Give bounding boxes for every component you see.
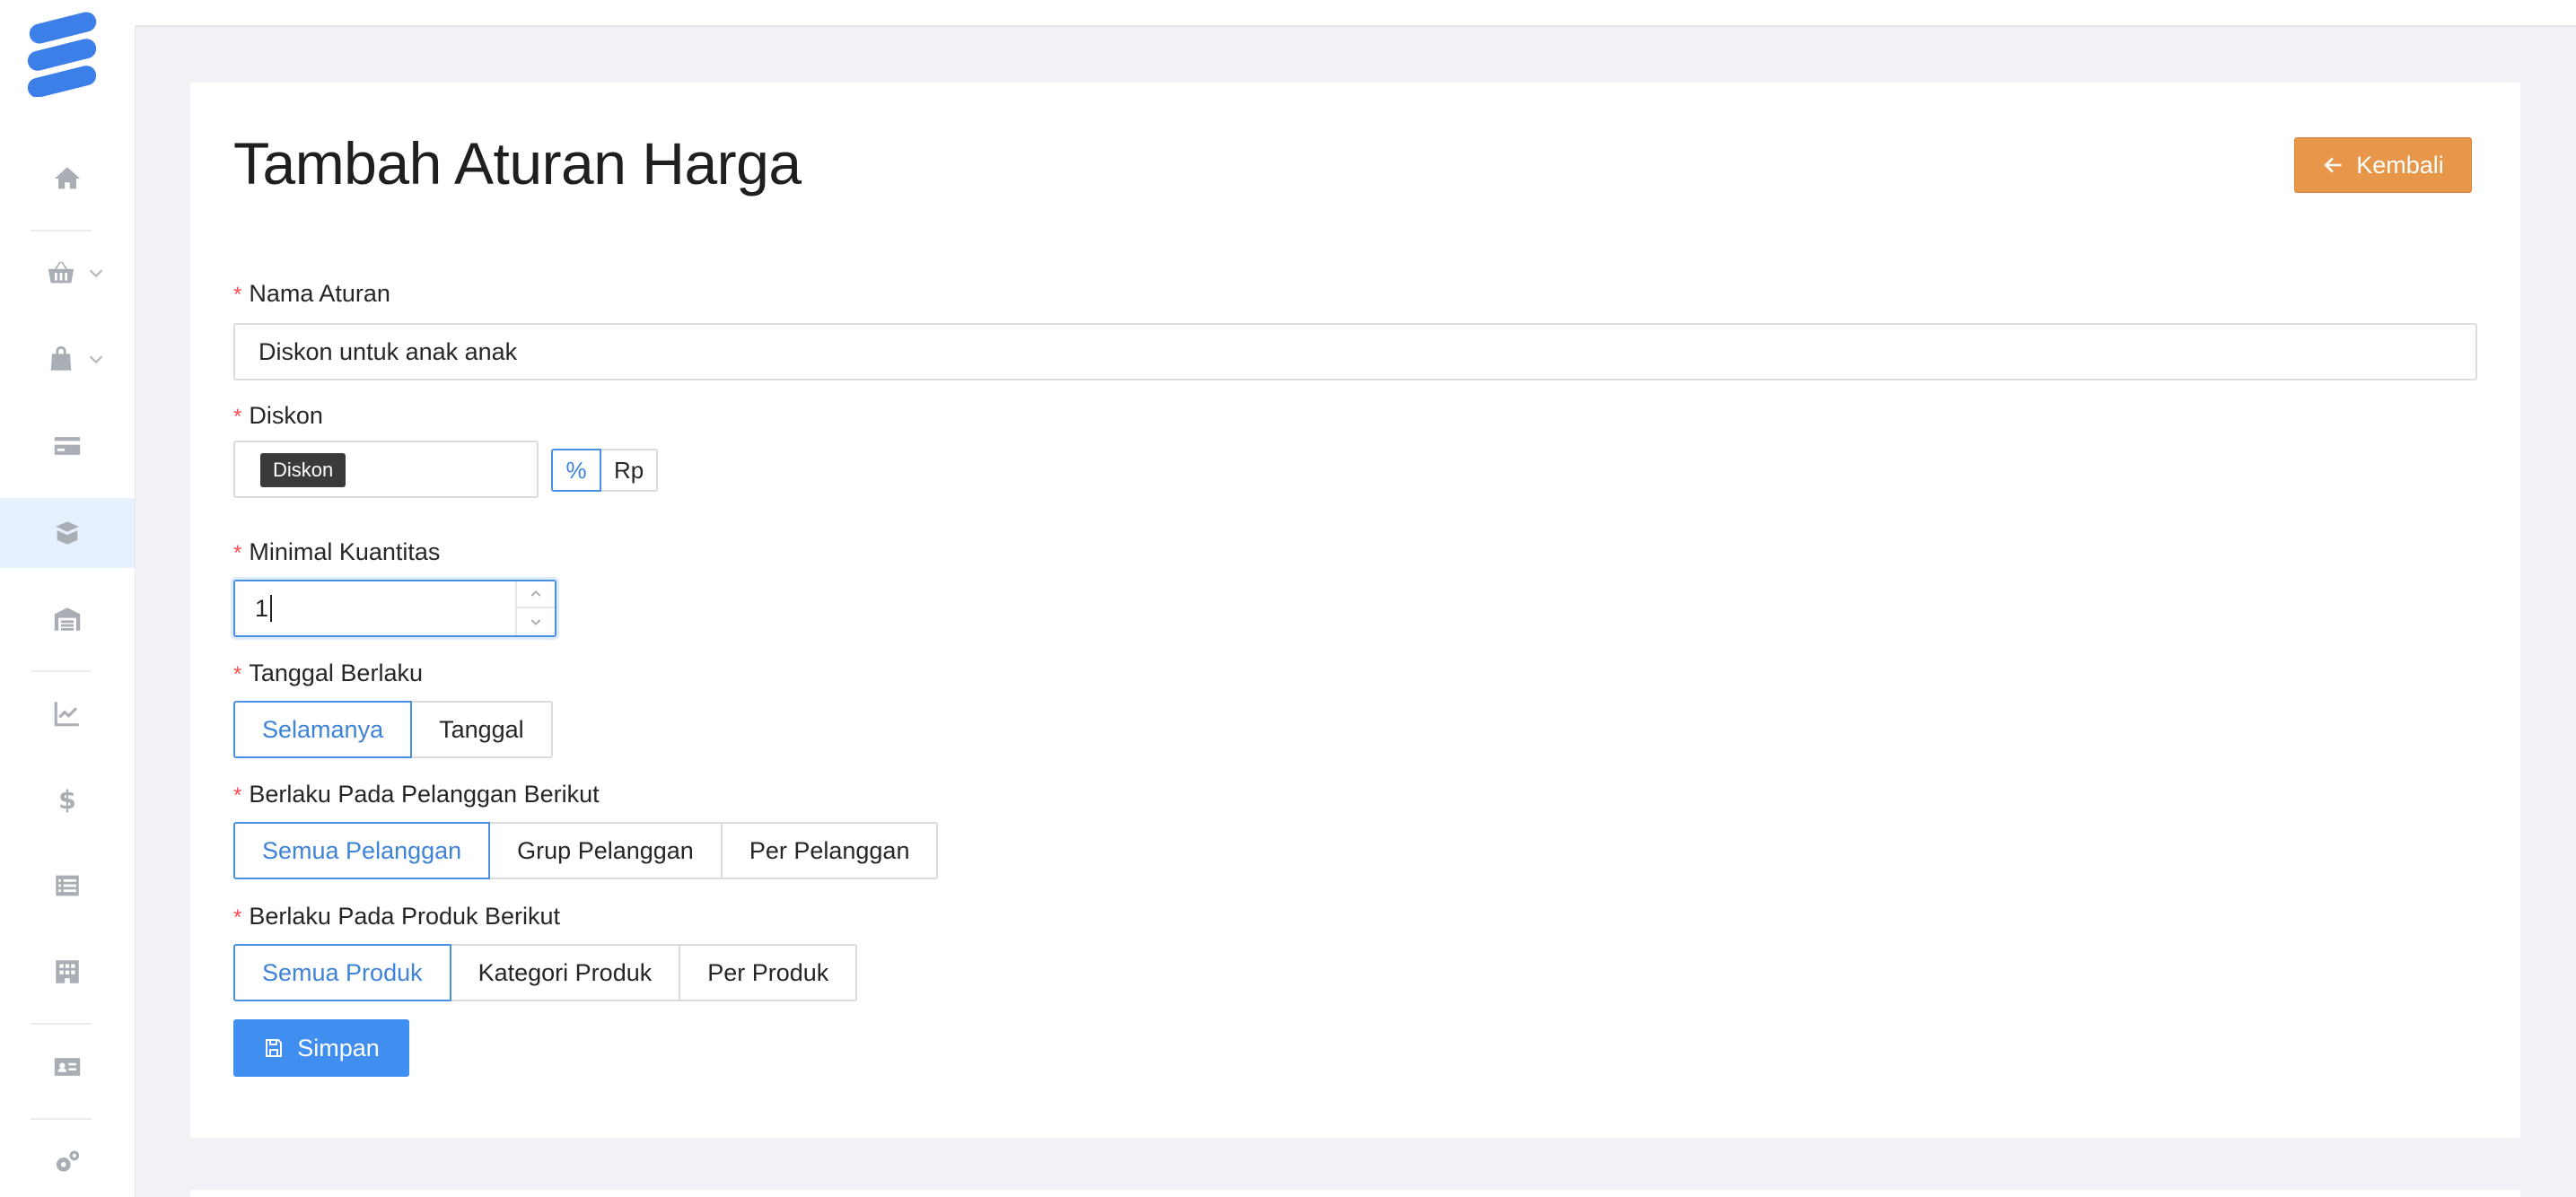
- option-grup-pelanggan[interactable]: Grup Pelanggan: [488, 822, 723, 879]
- nav-finance[interactable]: $: [0, 765, 135, 834]
- minimal-kuantitas-stepper[interactable]: 1: [233, 580, 556, 637]
- building-icon: [56, 960, 79, 983]
- nav-purchase[interactable]: [0, 324, 135, 394]
- nav-contacts[interactable]: [0, 1032, 135, 1102]
- arrow-left-icon: [2324, 157, 2342, 173]
- increment-button[interactable]: [517, 581, 555, 608]
- home-icon: [54, 167, 81, 189]
- nav-company[interactable]: [0, 937, 135, 1007]
- produk-label: * Berlaku Pada Produk Berikut: [233, 903, 561, 930]
- nama-aturan-label: * Nama Aturan: [233, 280, 390, 307]
- basket-icon: [48, 261, 74, 284]
- chart-line-icon: [54, 702, 79, 727]
- save-icon: [266, 1039, 283, 1057]
- option-per-pelanggan[interactable]: Per Pelanggan: [720, 822, 939, 879]
- produk-options: Semua Produk Kategori Produk Per Produk: [233, 944, 858, 1001]
- dollar-icon: $: [58, 785, 76, 815]
- nav-reports[interactable]: [0, 678, 135, 748]
- save-button-label: Simpan: [297, 1034, 380, 1062]
- top-header: [135, 0, 2576, 27]
- diskon-tooltip: Diskon: [260, 453, 346, 487]
- gears-icon: [56, 1150, 80, 1172]
- chevron-up-icon: [530, 590, 541, 597]
- nav-pricing-rules[interactable]: [0, 498, 135, 568]
- stepper-controls: [515, 581, 555, 635]
- diskon-label: * Diskon: [233, 402, 323, 429]
- chevron-down-icon: [89, 269, 103, 278]
- tanggal-berlaku-options: Selamanya Tanggal: [233, 701, 553, 758]
- nama-aturan-input[interactable]: Diskon untuk anak anak: [233, 323, 2477, 380]
- box-open-icon: [56, 521, 79, 545]
- nav-list[interactable]: [0, 851, 135, 921]
- minimal-kuantitas-label: * Minimal Kuantitas: [233, 538, 441, 565]
- credit-card-icon: [54, 437, 81, 455]
- nav-settings[interactable]: [0, 1127, 135, 1197]
- back-button-label: Kembali: [2356, 151, 2444, 179]
- page-title: Tambah Aturan Harga: [233, 130, 802, 197]
- option-per-produk[interactable]: Per Produk: [679, 944, 858, 1001]
- option-kategori-produk[interactable]: Kategori Produk: [449, 944, 681, 1001]
- nav-warehouse[interactable]: [0, 584, 135, 654]
- option-semua-produk[interactable]: Semua Produk: [233, 944, 451, 1001]
- app-logo[interactable]: [25, 11, 99, 97]
- list-icon: [56, 875, 79, 896]
- warehouse-icon: [54, 607, 81, 631]
- sidebar: $: [0, 0, 136, 1197]
- chevron-down-icon: [89, 355, 103, 364]
- diskon-unit-toggle: % Rp: [551, 449, 659, 492]
- next-card-edge: [190, 1190, 2520, 1197]
- option-semua-pelanggan[interactable]: Semua Pelanggan: [233, 822, 491, 879]
- tanggal-berlaku-label: * Tanggal Berlaku: [233, 660, 423, 686]
- nav-sales[interactable]: [0, 238, 135, 308]
- option-selamanya[interactable]: Selamanya: [233, 701, 413, 758]
- chevron-down-icon: [530, 619, 541, 625]
- svg-text:$: $: [58, 785, 76, 815]
- pelanggan-options: Semua Pelanggan Grup Pelanggan Per Pelan…: [233, 822, 939, 879]
- save-button[interactable]: Simpan: [233, 1019, 409, 1077]
- form-card: Tambah Aturan Harga Kembali * Nama Aturan…: [190, 83, 2520, 1138]
- unit-percent-button[interactable]: %: [551, 449, 601, 492]
- back-button[interactable]: Kembali: [2294, 137, 2472, 193]
- decrement-button[interactable]: [517, 608, 555, 635]
- unit-rupiah-button[interactable]: Rp: [601, 449, 659, 492]
- shopping-bag-icon: [50, 345, 72, 371]
- id-card-icon: [54, 1058, 81, 1076]
- pelanggan-label: * Berlaku Pada Pelanggan Berikut: [233, 781, 600, 808]
- nav-home[interactable]: [0, 144, 135, 214]
- nav-payments[interactable]: [0, 411, 135, 481]
- option-tanggal[interactable]: Tanggal: [410, 701, 553, 758]
